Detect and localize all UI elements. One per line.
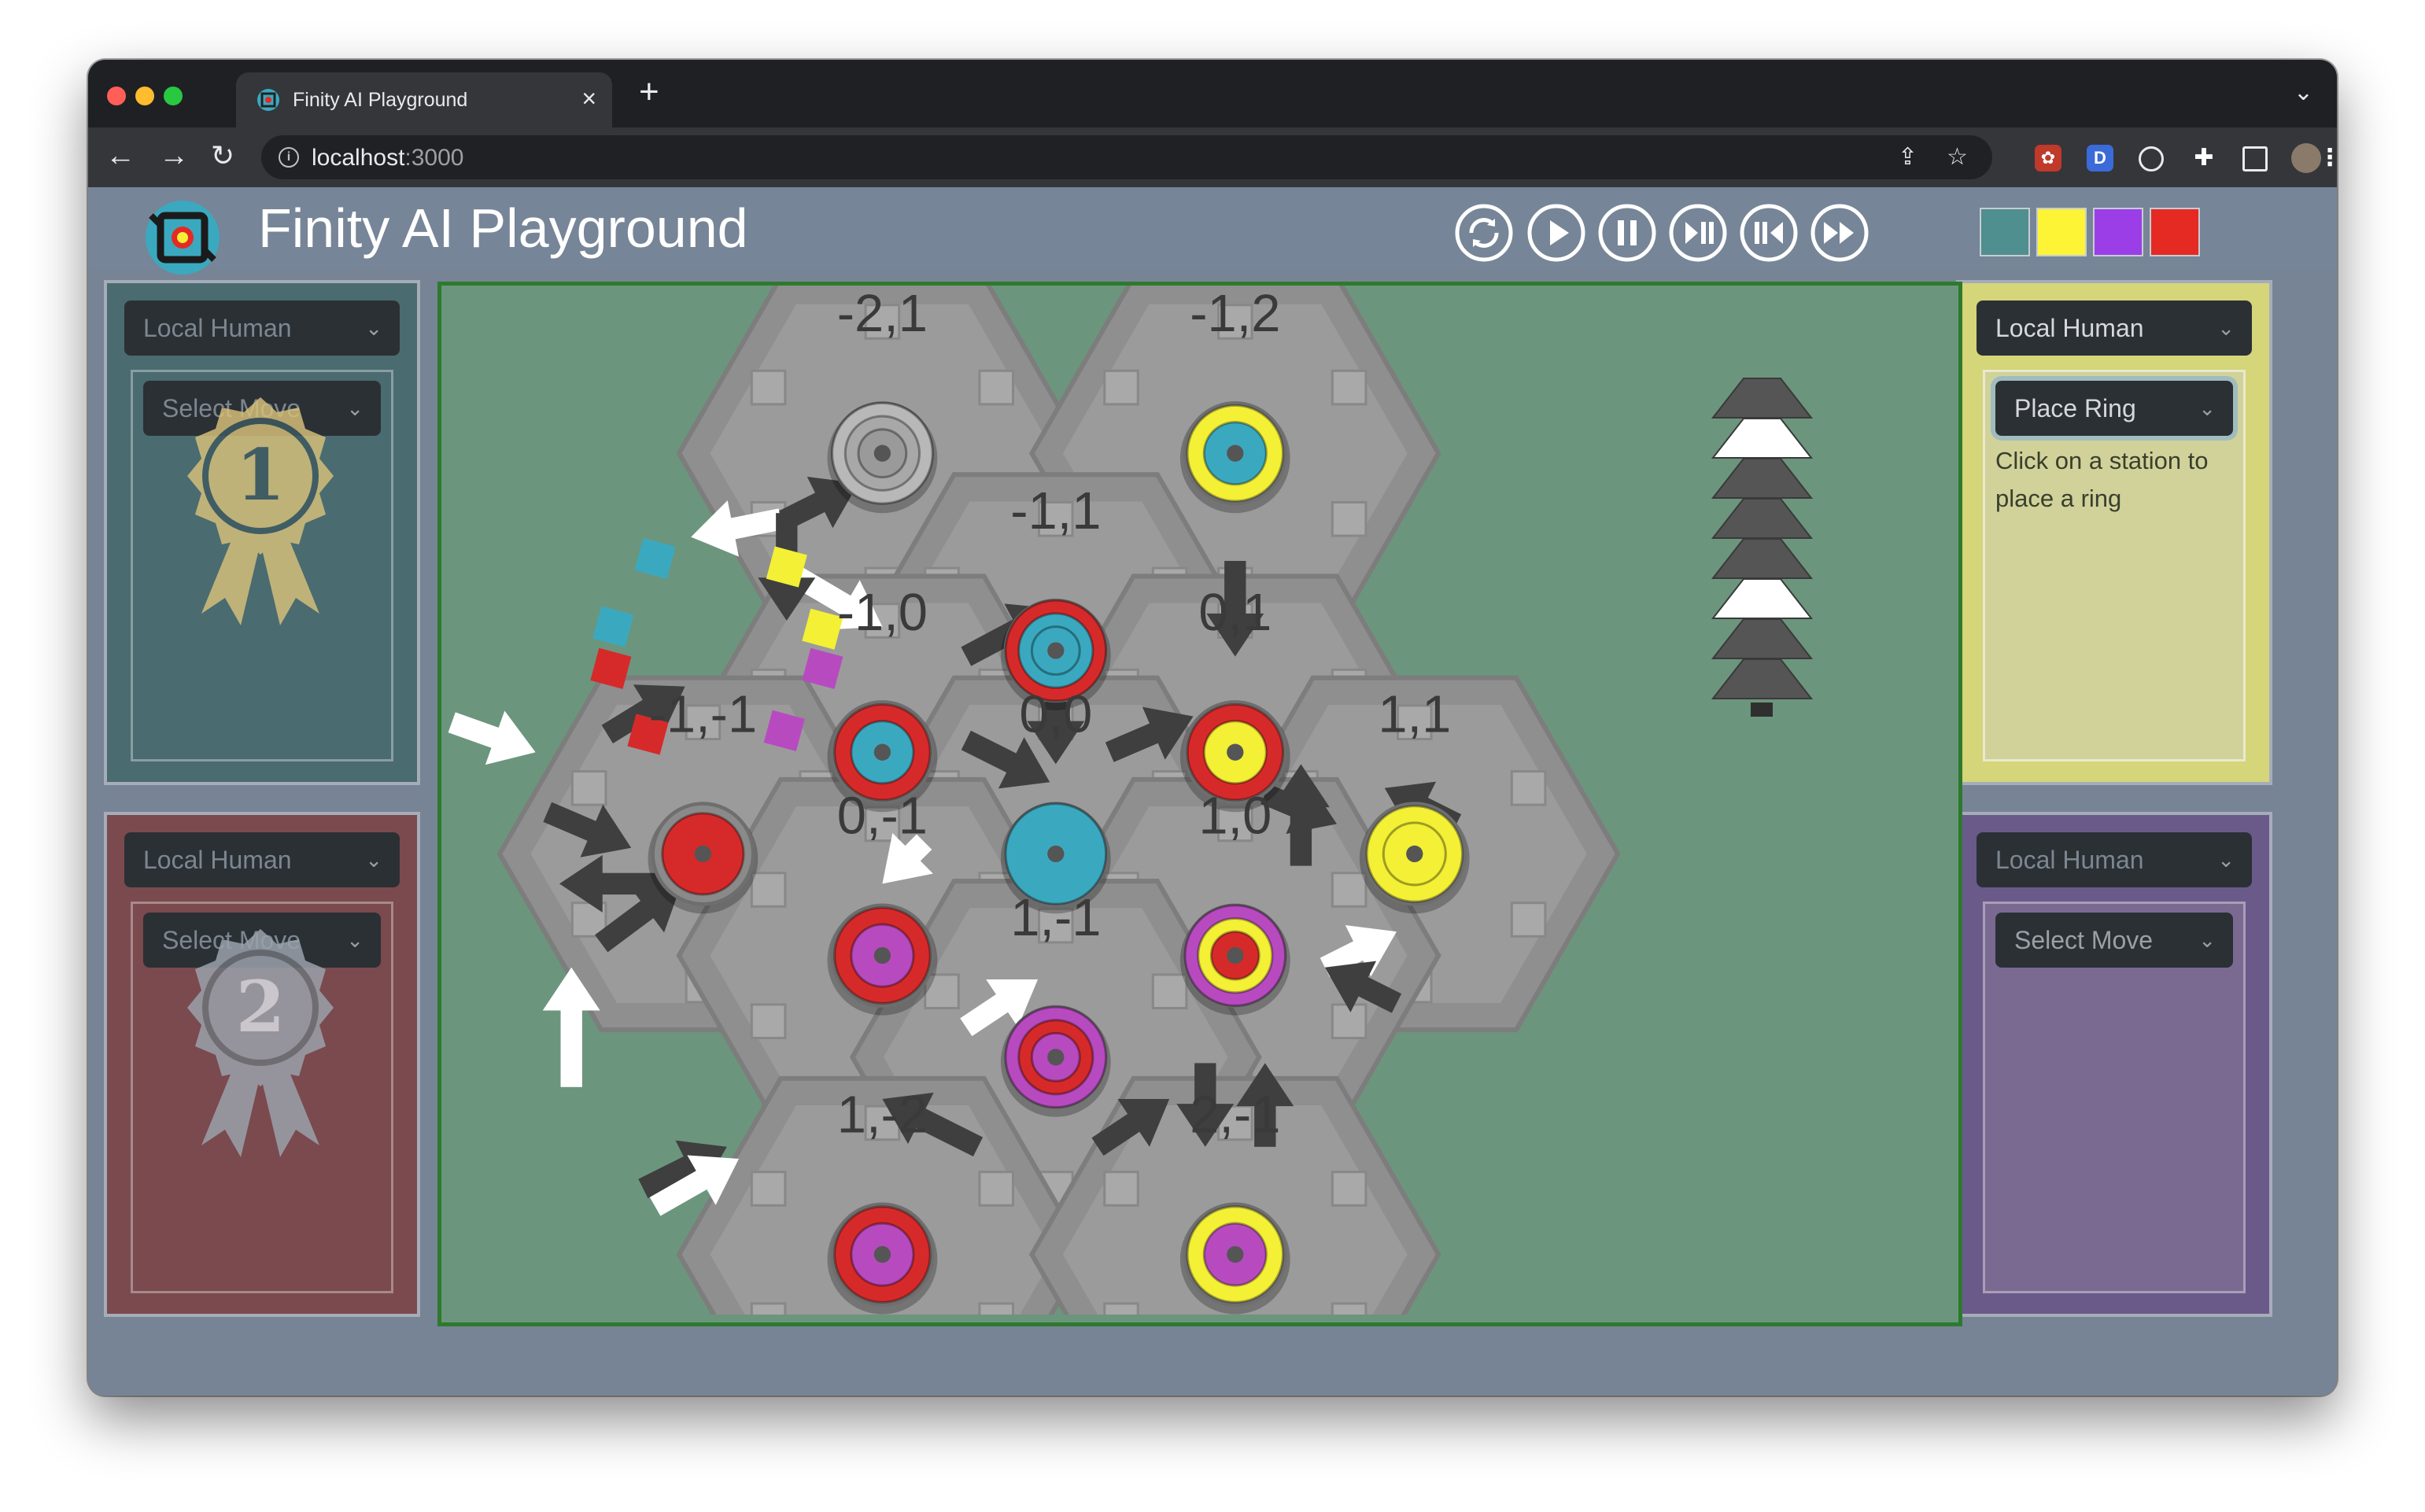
app-header: Finity AI Playground bbox=[88, 187, 2337, 275]
station-center bbox=[694, 845, 712, 863]
step-icon[interactable] bbox=[1668, 203, 1728, 263]
site-info-icon[interactable]: i bbox=[279, 147, 299, 168]
stack-base bbox=[1751, 703, 1773, 717]
station-center bbox=[1227, 946, 1244, 964]
close-window-button[interactable] bbox=[107, 87, 126, 105]
fast-forward-icon[interactable] bbox=[1810, 203, 1870, 263]
move-arrow-white bbox=[448, 710, 536, 765]
station-center bbox=[1047, 845, 1065, 863]
dark-piece bbox=[1711, 618, 1814, 659]
move-select[interactable]: Select Move ⌄ bbox=[1995, 913, 2233, 968]
bookmark-star-icon[interactable]: ☆ bbox=[1947, 143, 1968, 171]
player-color-purple[interactable] bbox=[2093, 208, 2143, 256]
tile-coordinate-label: -1,-1 bbox=[649, 684, 757, 743]
tab-search-chevron-icon[interactable]: ⌄ bbox=[2294, 79, 2313, 106]
tile-coordinate-label: -2,1 bbox=[837, 286, 928, 343]
tab-title: Finity AI Playground bbox=[293, 89, 468, 111]
board-layer: -2,1 -1,2 -1,1 -1,0 0,1 -1,-1 0,0 1,1 0,-1 1,0 1,-… bbox=[448, 286, 1621, 1322]
tile-coordinate-label: 0,-1 bbox=[837, 787, 928, 846]
forward-icon[interactable]: → bbox=[159, 140, 189, 171]
station-center bbox=[1047, 1049, 1065, 1066]
pause-icon[interactable] bbox=[1597, 203, 1657, 263]
controller-select[interactable]: Local Human ⌄ bbox=[124, 832, 400, 887]
tile-coordinate-label: 1,0 bbox=[1198, 787, 1272, 846]
game-board[interactable]: -2,1 -1,2 -1,1 -1,0 0,1 -1,-1 0,0 1,1 0,-1 1,0 1,-… bbox=[437, 282, 1962, 1326]
tile-coordinate-label: 1,-1 bbox=[1010, 888, 1101, 947]
dark-piece bbox=[1711, 498, 1814, 539]
new-tab-icon[interactable]: + bbox=[639, 72, 659, 112]
station-center bbox=[1227, 743, 1244, 761]
browser-menu-icon[interactable]: ⋮ bbox=[2318, 145, 2337, 171]
profile-avatar[interactable] bbox=[2291, 143, 2321, 173]
app-logo-icon bbox=[146, 201, 220, 275]
path-marker bbox=[634, 537, 676, 580]
station-center bbox=[873, 946, 891, 964]
station-center bbox=[1047, 642, 1065, 659]
reset-icon[interactable] bbox=[1454, 203, 1514, 263]
dark-piece bbox=[1711, 378, 1814, 419]
move-select[interactable]: Place Ring ⌄ bbox=[1995, 381, 2233, 436]
step-back-icon[interactable] bbox=[1739, 203, 1799, 263]
controller-select[interactable]: Local Human ⌄ bbox=[1977, 301, 2252, 356]
rank-badge-1-icon: 1 bbox=[187, 397, 334, 625]
white-piece bbox=[1711, 578, 1814, 619]
tile-coordinate-label: 1,1 bbox=[1378, 684, 1451, 743]
play-icon[interactable] bbox=[1526, 203, 1586, 263]
path-marker bbox=[592, 606, 634, 647]
tile-coordinate-label: 1,-2 bbox=[837, 1086, 928, 1145]
tile-coordinate-label: 0,0 bbox=[1019, 684, 1092, 743]
dark-piece bbox=[1711, 538, 1814, 579]
browser-toolbar: ← → ↻ i localhost:3000 ⇪ ☆ ✿ D ✚ ⋮ bbox=[88, 127, 2337, 189]
player-panel-4: Local Human ⌄ Select Move ⌄ bbox=[1956, 812, 2272, 1317]
app-favicon-icon bbox=[257, 89, 279, 111]
instruction-text: Click on a station to place a ring bbox=[1995, 447, 2209, 512]
side-panel-icon[interactable] bbox=[2242, 146, 2268, 171]
extension-target-icon[interactable] bbox=[2139, 146, 2164, 171]
tile-coordinate-label: 2,-1 bbox=[1190, 1086, 1280, 1145]
player-panel-3: Local Human ⌄ Place Ring ⌄ Click on a stat… bbox=[1956, 280, 2272, 785]
station-center bbox=[873, 1245, 891, 1263]
browser-window: Finity AI Playground × + ⌄ ← → ↻ i local… bbox=[88, 60, 2337, 1396]
svg-text:2: 2 bbox=[236, 965, 286, 1049]
close-tab-icon[interactable]: × bbox=[581, 84, 596, 113]
svg-text:1: 1 bbox=[236, 433, 286, 517]
station-center bbox=[1227, 444, 1244, 462]
tile-coordinate-label: -1,2 bbox=[1190, 286, 1280, 343]
app-title: Finity AI Playground bbox=[258, 197, 748, 259]
reload-icon[interactable]: ↻ bbox=[211, 140, 234, 171]
share-icon[interactable]: ⇪ bbox=[1898, 143, 1917, 171]
tile-coordinate-label: 0,1 bbox=[1198, 583, 1272, 642]
dark-piece bbox=[1711, 658, 1814, 699]
extension-icon[interactable]: ✿ bbox=[2035, 145, 2061, 171]
player-panel-2: Local Human ⌄ Select Move ⌄ 2 bbox=[104, 812, 420, 1317]
board-canvas[interactable]: -2,1 -1,2 -1,1 -1,0 0,1 -1,-1 0,0 1,1 0,-1 1,0 1,-… bbox=[441, 286, 1951, 1322]
controller-select[interactable]: Local Human ⌄ bbox=[124, 301, 400, 356]
extension-d-icon[interactable]: D bbox=[2087, 145, 2113, 171]
browser-tab[interactable]: Finity AI Playground × bbox=[236, 72, 612, 127]
url-text: localhost:3000 bbox=[312, 145, 464, 171]
player-color-teal[interactable] bbox=[1980, 208, 2030, 256]
player-color-red[interactable] bbox=[2150, 208, 2200, 256]
piece-stack bbox=[1711, 378, 1814, 717]
station-center bbox=[1227, 1245, 1244, 1263]
controller-select[interactable]: Local Human ⌄ bbox=[1977, 832, 2252, 887]
tab-bar: Finity AI Playground × + ⌄ bbox=[88, 60, 2337, 127]
dark-piece bbox=[1711, 458, 1814, 499]
station-center bbox=[1406, 845, 1423, 863]
tile-coordinate-label: -1,1 bbox=[1010, 481, 1101, 540]
minimize-window-button[interactable] bbox=[135, 87, 154, 105]
station-center bbox=[873, 444, 891, 462]
address-bar[interactable]: i localhost:3000 ⇪ ☆ bbox=[261, 135, 1992, 179]
extensions-puzzle-icon[interactable]: ✚ bbox=[2191, 145, 2217, 171]
zoom-window-button[interactable] bbox=[164, 87, 183, 105]
tile-coordinate-label: -1,0 bbox=[837, 583, 928, 642]
rank-badge-2-icon: 2 bbox=[187, 929, 334, 1157]
player-color-yellow[interactable] bbox=[2036, 208, 2087, 256]
back-icon[interactable]: ← bbox=[105, 140, 135, 171]
station-center bbox=[873, 743, 891, 761]
white-piece bbox=[1711, 418, 1814, 459]
player-panel-1: Local Human ⌄ Select Move ⌄ 1 bbox=[104, 280, 420, 785]
